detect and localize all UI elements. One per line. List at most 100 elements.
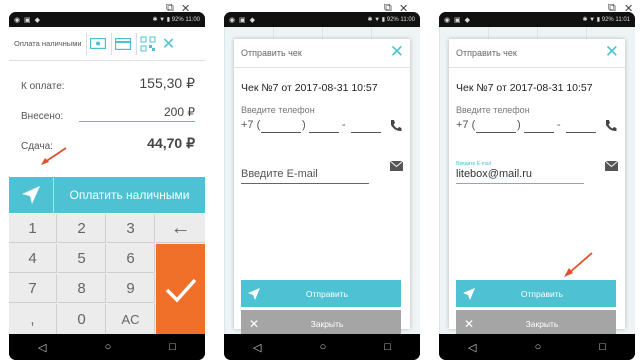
key-1[interactable]: 1: [9, 214, 57, 243]
android-navbar: ◁ ○ □: [224, 334, 420, 360]
phone-part-line: [309, 132, 339, 133]
status-icons-left: ◉ ▣ ◆: [229, 16, 256, 24]
status-icons-left: ◉ ▣ ◆: [444, 16, 471, 24]
email-field[interactable]: Введите E-mail: [241, 161, 369, 184]
phone-end-line: [566, 132, 596, 133]
payment-screen: Оплата наличными ✕ К оплате: 155,30 ₽ Вн…: [9, 27, 205, 334]
home-icon[interactable]: ○: [320, 341, 327, 353]
close-button[interactable]: ✕ Закрыть: [456, 310, 616, 334]
key-9[interactable]: 9: [107, 274, 155, 303]
dialog-close-icon[interactable]: ✕: [605, 43, 619, 61]
home-icon[interactable]: ○: [535, 341, 542, 353]
send-receipt-screen: Отправить чек ✕ Чек №7 от 2017-08-31 10:…: [224, 27, 420, 334]
divider: [234, 67, 410, 68]
key-2[interactable]: 2: [58, 214, 106, 243]
close-button[interactable]: ✕ Закрыть: [241, 310, 401, 334]
phone-icon[interactable]: [604, 119, 617, 132]
phone-send-receipt-filled: ◉ ▣ ◆ ✱ ▼ ▮ 92% 11:01 Отправить чек ✕ Че…: [439, 12, 635, 360]
key-5[interactable]: 5: [58, 244, 106, 273]
key-7[interactable]: 7: [9, 274, 57, 303]
status-time: 11:00: [185, 17, 200, 23]
card-icon[interactable]: [110, 32, 134, 55]
key-8[interactable]: 8: [58, 274, 106, 303]
pay-cash-label: Оплатить наличными: [69, 188, 190, 202]
key-3[interactable]: 3: [107, 214, 155, 243]
send-receipt-dialog: Отправить чек ✕ Чек №7 от 2017-08-31 10:…: [449, 39, 625, 334]
send-icon: [456, 287, 482, 301]
receipt-info: Чек №7 от 2017-08-31 10:57: [456, 82, 593, 94]
key-comma[interactable]: ,: [9, 304, 57, 334]
key-clear[interactable]: AC: [107, 304, 155, 334]
mail-icon[interactable]: [390, 161, 403, 171]
phone-field[interactable]: +7 ( ) -: [241, 119, 381, 133]
phone-end-line: [351, 132, 381, 133]
status-icons-right: ✱ ▼ ▮ 92% 11:00: [152, 17, 200, 23]
recents-icon[interactable]: □: [384, 341, 391, 353]
paid-row: Внесено: 200 ₽: [21, 105, 195, 122]
key-0[interactable]: 0: [58, 304, 106, 334]
phone-code-line: [476, 132, 516, 133]
email-field[interactable]: Введите E-mail litebox@mail.ru: [456, 161, 584, 184]
status-bar: ◉ ▣ ◆ ✱ ▼ ▮ 92% 11:01: [439, 12, 635, 27]
status-icons-left: ◉ ▣ ◆: [14, 16, 41, 24]
confirm-button[interactable]: [156, 244, 205, 334]
phone-field[interactable]: +7 ( ) -: [456, 119, 596, 133]
home-icon[interactable]: ○: [105, 341, 112, 353]
phone-sep-2: -: [557, 119, 561, 131]
close-label: Закрыть: [310, 318, 344, 329]
to-pay-row: К оплате: 155,30 ₽: [21, 75, 195, 92]
payment-header: Оплата наличными ✕: [9, 27, 205, 61]
phone-icon[interactable]: [389, 119, 402, 132]
mail-icon[interactable]: [605, 161, 618, 171]
close-label: Закрыть: [525, 318, 559, 329]
paid-input[interactable]: 200 ₽: [79, 105, 195, 122]
status-time: 11:01: [615, 17, 630, 23]
status-bar: ◉ ▣ ◆ ✱ ▼ ▮ 92% 11:00: [224, 12, 420, 27]
email-value: litebox@mail.ru: [456, 168, 532, 180]
recents-icon[interactable]: □: [599, 341, 606, 353]
back-icon[interactable]: ◁: [253, 341, 261, 354]
send-icon: [9, 177, 54, 213]
qr-icon[interactable]: [135, 32, 159, 55]
send-button[interactable]: Отправить: [456, 280, 616, 307]
check-icon: [165, 278, 196, 303]
back-icon[interactable]: ◁: [38, 341, 46, 354]
phone-prefix: +7 (: [456, 119, 476, 131]
cash-icon[interactable]: [85, 32, 109, 55]
phone-part-line: [524, 132, 554, 133]
divider: [449, 67, 625, 68]
phone-label: Введите телефон: [241, 105, 315, 115]
key-6[interactable]: 6: [107, 244, 155, 273]
status-bar: ◉ ▣ ◆ ✱ ▼ ▮ 92% 11:00: [9, 12, 205, 27]
back-icon[interactable]: ◁: [468, 341, 476, 354]
numeric-keypad: 1 2 3 ← 4 5 6 7 8 9 , 0 AC: [9, 214, 205, 334]
annotation-arrow-icon: [564, 252, 593, 277]
android-navbar: ◁ ○ □: [9, 334, 205, 360]
send-icon: [241, 287, 267, 301]
dialog-title: Отправить чек: [241, 48, 302, 58]
phone-sep-1: ): [517, 119, 521, 131]
change-value: 44,70 ₽: [147, 135, 195, 151]
annotation-arrow-icon: [41, 147, 67, 165]
pay-cash-button[interactable]: Оплатить наличными: [9, 177, 205, 213]
phone-sep-2: -: [342, 119, 346, 131]
key-backspace[interactable]: ←: [156, 214, 205, 243]
android-navbar: ◁ ○ □: [439, 334, 635, 360]
key-4[interactable]: 4: [9, 244, 57, 273]
phone-prefix: +7 (: [241, 119, 261, 131]
close-icon[interactable]: ✕: [161, 33, 177, 55]
paid-label: Внесено:: [21, 111, 64, 122]
status-icons-right: ✱ ▼ ▮ 92% 11:01: [582, 17, 630, 23]
status-icons-right: ✱ ▼ ▮ 92% 11:00: [367, 17, 415, 23]
send-button[interactable]: Отправить: [241, 280, 401, 307]
close-icon: ✕: [248, 316, 260, 331]
send-receipt-screen: Отправить чек ✕ Чек №7 от 2017-08-31 10:…: [439, 27, 635, 334]
dialog-title: Отправить чек: [456, 48, 517, 58]
recents-icon[interactable]: □: [169, 341, 176, 353]
email-hint: Введите E-mail: [456, 161, 491, 167]
send-label: Отправить: [520, 288, 564, 299]
dialog-close-icon[interactable]: ✕: [390, 43, 404, 61]
send-label: Отправить: [305, 288, 349, 299]
phone-payment: ◉ ▣ ◆ ✱ ▼ ▮ 92% 11:00 Оплата наличными ✕…: [9, 12, 205, 360]
phone-code-line: [261, 132, 301, 133]
